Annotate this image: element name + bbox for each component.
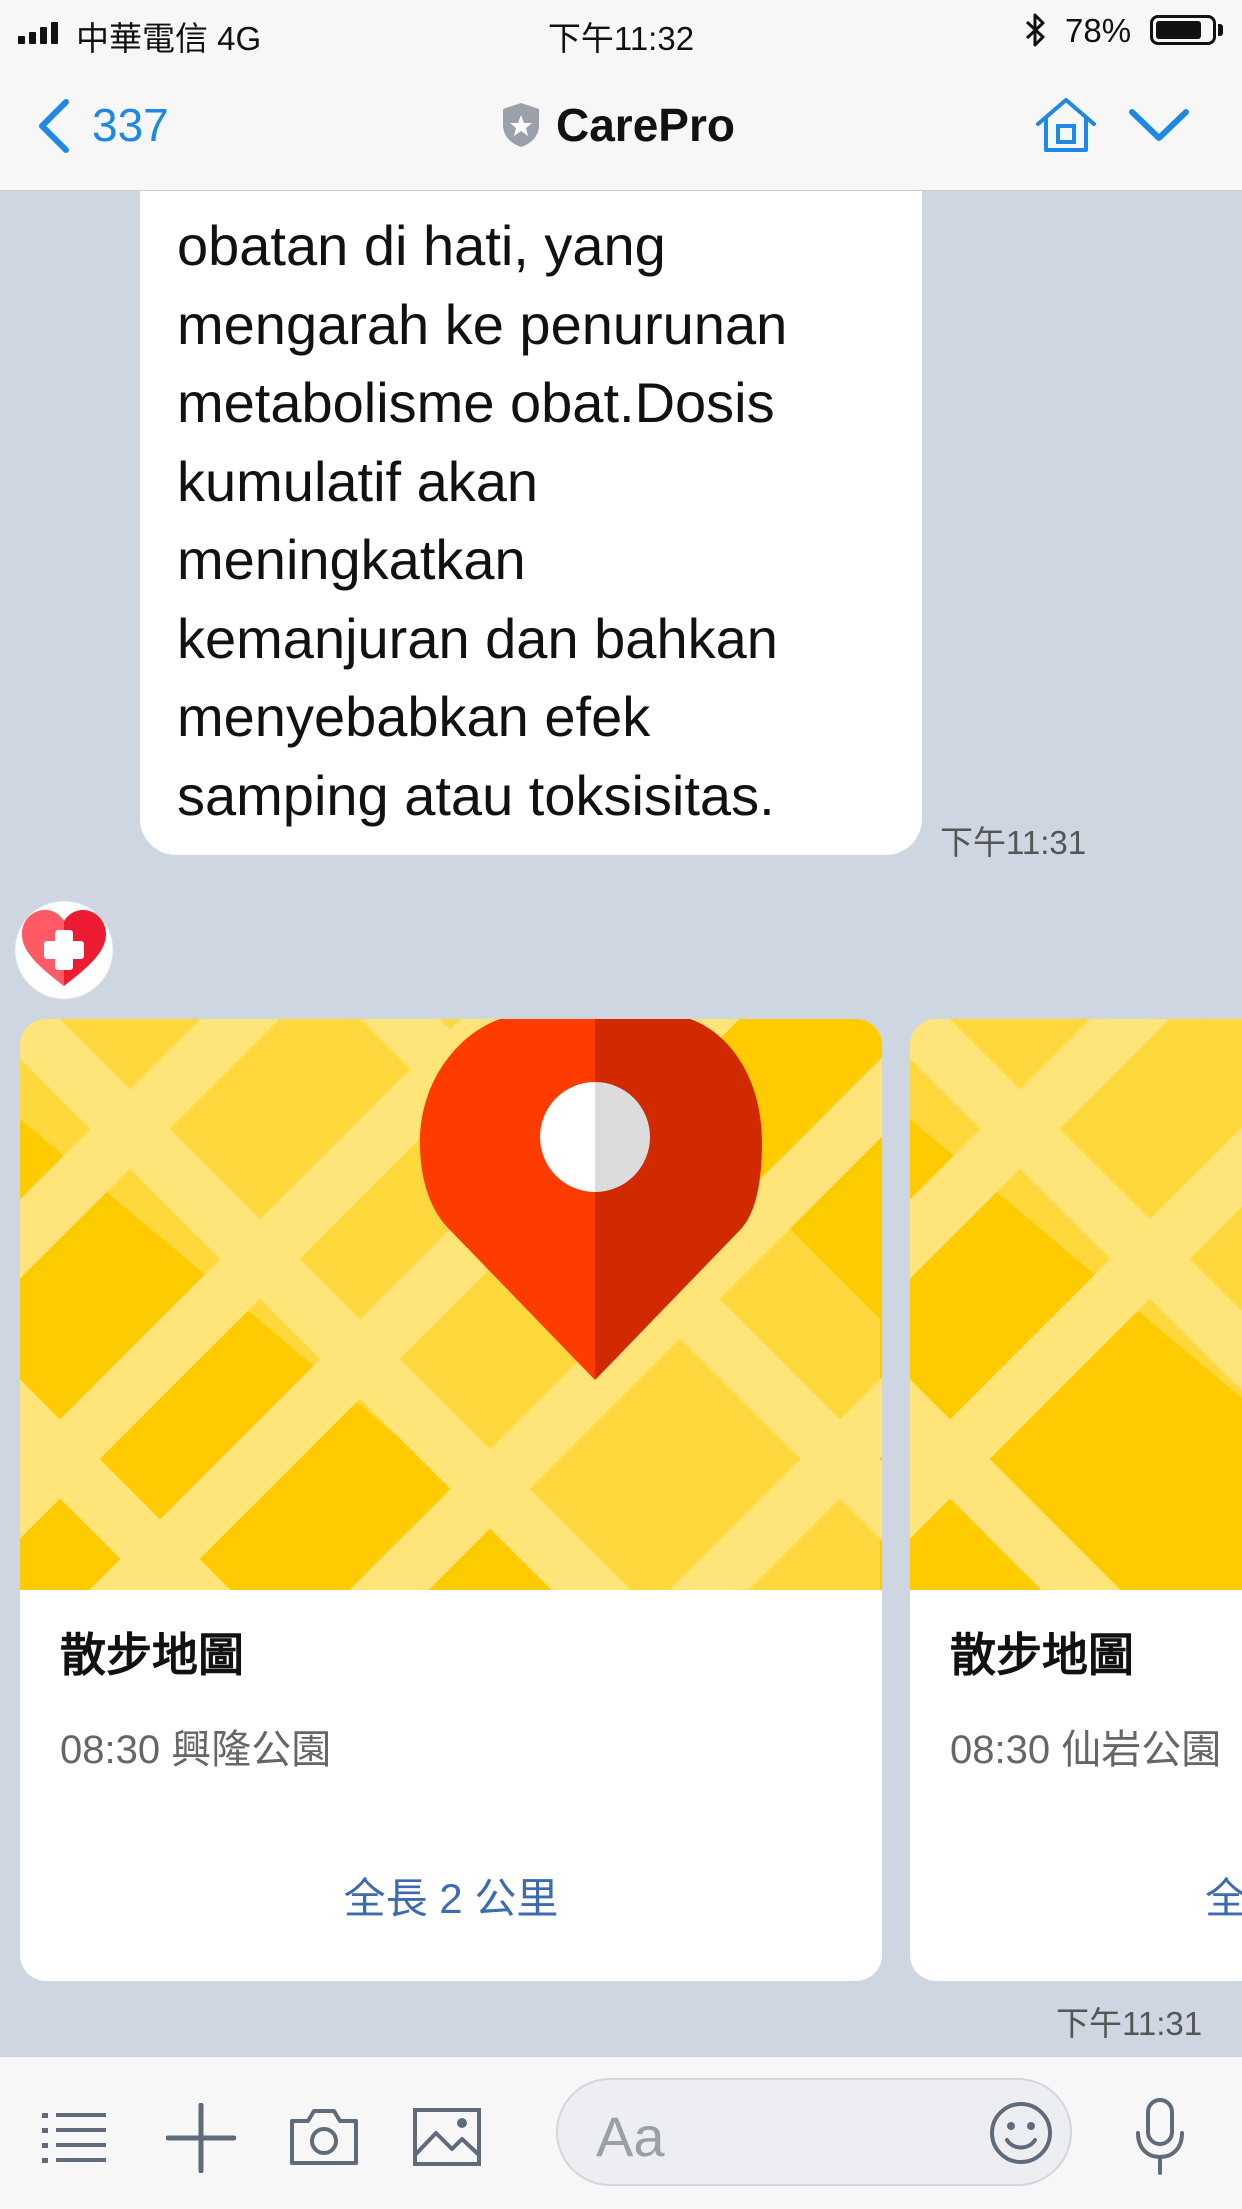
- status-time: 下午11:32: [547, 20, 695, 57]
- chat-area[interactable]: metabolisme obat obatan di hati, yang me…: [0, 191, 1242, 2056]
- message-text: metabolisme obat obatan di hati, yang me…: [177, 191, 788, 827]
- bluetooth-icon: [1025, 13, 1045, 47]
- status-bar: 中華電信 4G 下午11:32 78%: [0, 0, 1242, 62]
- chevron-down-icon[interactable]: [1126, 102, 1192, 146]
- bot-avatar[interactable]: [14, 900, 114, 1000]
- home-icon[interactable]: [1032, 94, 1100, 156]
- message-bubble[interactable]: metabolisme obat obatan di hati, yang me…: [140, 191, 922, 855]
- official-shield-icon: [503, 103, 539, 147]
- input-bar: Aa: [0, 2056, 1242, 2209]
- image-icon[interactable]: [412, 2107, 482, 2167]
- map-pin-image: [20, 1019, 882, 1590]
- message-input-placeholder: Aa: [596, 2105, 665, 2168]
- walk-map-card[interactable]: 散步地圖 08:30 仙岩公園 全長: [910, 1019, 1242, 1981]
- map-image: [910, 1019, 1242, 1590]
- nav-bar: 337 CarePro: [0, 62, 1242, 191]
- back-button-count[interactable]: 337: [92, 98, 169, 152]
- cards-timestamp: 下午11:31: [1056, 2005, 1203, 2042]
- plus-icon[interactable]: [166, 2103, 236, 2173]
- message-timestamp: 下午11:31: [940, 824, 1087, 861]
- card-subtitle: 08:30 仙岩公園: [950, 1728, 1222, 1772]
- card-title: 散步地圖: [950, 1629, 1134, 1681]
- card-footer-link[interactable]: 全長: [1205, 1865, 1242, 1926]
- card-title: 散步地圖: [60, 1629, 244, 1681]
- chat-title-text: CarePro: [556, 99, 735, 151]
- microphone-icon[interactable]: [1132, 2097, 1188, 2177]
- back-chevron-icon[interactable]: [34, 96, 74, 156]
- battery-percent: 78%: [1065, 12, 1132, 49]
- emoji-icon[interactable]: [988, 2100, 1054, 2166]
- walk-map-card[interactable]: 散步地圖 08:30 興隆公園 全長 2 公里: [20, 1019, 882, 1981]
- battery-icon: [1150, 15, 1216, 45]
- menu-icon[interactable]: [42, 2109, 106, 2163]
- chat-title: CarePro: [500, 98, 735, 152]
- card-footer-link[interactable]: 全長 2 公里: [20, 1865, 882, 1926]
- camera-icon[interactable]: [288, 2105, 360, 2167]
- card-subtitle: 08:30 興隆公園: [60, 1728, 332, 1772]
- message-input[interactable]: Aa: [556, 2078, 1072, 2186]
